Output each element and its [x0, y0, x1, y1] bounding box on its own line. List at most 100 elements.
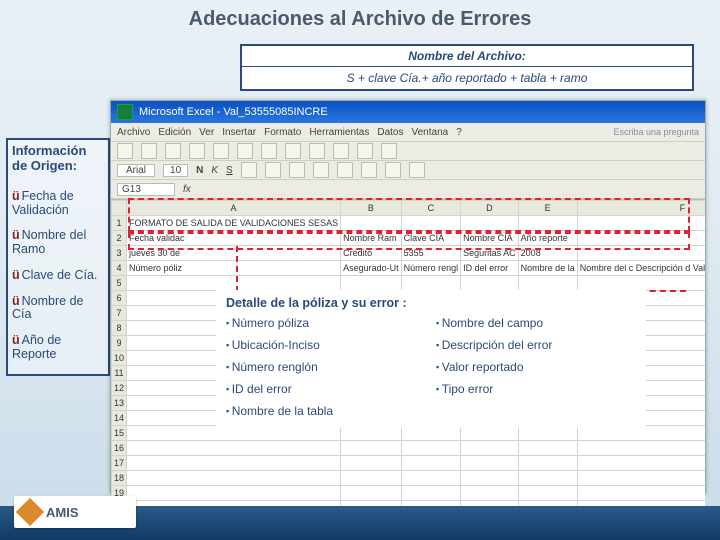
align-right-icon[interactable]	[289, 162, 305, 178]
cell[interactable]	[577, 216, 705, 231]
col-header[interactable]: E	[518, 201, 577, 216]
cell[interactable]	[518, 471, 577, 486]
cell[interactable]	[127, 456, 341, 471]
chart-icon[interactable]	[381, 143, 397, 159]
row-header[interactable]: 9	[112, 336, 127, 351]
row-header[interactable]: 2	[112, 231, 127, 246]
cell[interactable]: Asegurado-Ut	[341, 261, 402, 276]
align-left-icon[interactable]	[241, 162, 257, 178]
menu-item[interactable]: Archivo	[117, 127, 150, 138]
cell[interactable]	[518, 456, 577, 471]
help-search[interactable]: Escriba una pregunta	[613, 127, 699, 137]
cell[interactable]	[518, 441, 577, 456]
cell[interactable]	[461, 441, 519, 456]
row-header[interactable]: 14	[112, 411, 127, 426]
menu-item[interactable]: Edición	[158, 127, 191, 138]
menu-item[interactable]: Formato	[264, 127, 301, 138]
cell[interactable]	[518, 216, 577, 231]
row-header[interactable]: 12	[112, 381, 127, 396]
cell[interactable]: Crédito	[341, 246, 402, 261]
cell[interactable]	[341, 441, 402, 456]
sort-asc-icon[interactable]	[333, 143, 349, 159]
cell[interactable]: Fecha validac	[127, 231, 341, 246]
menu-item[interactable]: Datos	[377, 127, 403, 138]
row-header[interactable]: 8	[112, 321, 127, 336]
cell[interactable]	[518, 486, 577, 501]
paste-icon[interactable]	[261, 143, 277, 159]
underline-icon[interactable]: S	[226, 165, 233, 176]
redo-icon[interactable]	[309, 143, 325, 159]
cell[interactable]: Año reporte	[518, 231, 577, 246]
row-header[interactable]: 7	[112, 306, 127, 321]
borders-icon[interactable]	[361, 162, 377, 178]
row-header[interactable]: 15	[112, 426, 127, 441]
cell[interactable]: FORMATO DE SALIDA DE VALIDACIONES SESAS	[127, 216, 341, 231]
save-icon[interactable]	[165, 143, 181, 159]
cell[interactable]	[461, 471, 519, 486]
excel-toolbar-format[interactable]: Arial 10 N K S	[111, 161, 705, 180]
fx-icon[interactable]: fx	[183, 184, 191, 195]
copy-icon[interactable]	[237, 143, 253, 159]
cell[interactable]: Número póliz	[127, 261, 341, 276]
row-header[interactable]: 3	[112, 246, 127, 261]
cell[interactable]	[518, 276, 577, 291]
row-header[interactable]: 1	[112, 216, 127, 231]
row-header[interactable]: 10	[112, 351, 127, 366]
cell[interactable]	[577, 471, 705, 486]
cell[interactable]: Seguritas AC	[461, 246, 519, 261]
cell[interactable]	[341, 456, 402, 471]
cell[interactable]: jueves 30 de	[127, 246, 341, 261]
cell[interactable]	[461, 216, 519, 231]
cell[interactable]	[577, 486, 705, 501]
cell[interactable]	[577, 276, 705, 291]
currency-icon[interactable]	[313, 162, 329, 178]
excel-menubar[interactable]: Archivo Edición Ver Insertar Formato Her…	[111, 123, 705, 142]
cell[interactable]	[341, 486, 402, 501]
cell[interactable]	[577, 231, 705, 246]
italic-icon[interactable]: K	[211, 165, 218, 176]
row-header[interactable]: 5	[112, 276, 127, 291]
new-icon[interactable]	[117, 143, 133, 159]
cell[interactable]	[341, 276, 402, 291]
row-header[interactable]: 4	[112, 261, 127, 276]
row-header[interactable]: 6	[112, 291, 127, 306]
menu-item[interactable]: Ventana	[411, 127, 448, 138]
cell[interactable]: Número rengl	[401, 261, 461, 276]
col-header[interactable]: D	[461, 201, 519, 216]
row-header[interactable]: 16	[112, 441, 127, 456]
row-header[interactable]: 11	[112, 366, 127, 381]
sort-desc-icon[interactable]	[357, 143, 373, 159]
cell[interactable]	[461, 456, 519, 471]
cell[interactable]	[341, 471, 402, 486]
excel-toolbar-standard[interactable]	[111, 142, 705, 161]
cell[interactable]: Nombre CIA	[461, 231, 519, 246]
cell[interactable]	[461, 486, 519, 501]
cell[interactable]	[401, 456, 461, 471]
cell[interactable]	[577, 441, 705, 456]
cell[interactable]	[127, 441, 341, 456]
percent-icon[interactable]	[337, 162, 353, 178]
print-icon[interactable]	[189, 143, 205, 159]
select-all-corner[interactable]	[112, 201, 127, 216]
cell[interactable]	[401, 486, 461, 501]
cut-icon[interactable]	[213, 143, 229, 159]
menu-item[interactable]: Insertar	[222, 127, 256, 138]
cell[interactable]: ID del error	[461, 261, 519, 276]
align-center-icon[interactable]	[265, 162, 281, 178]
cell[interactable]: 5355	[401, 246, 461, 261]
fill-color-icon[interactable]	[385, 162, 401, 178]
font-size-select[interactable]: 10	[163, 164, 188, 177]
col-header[interactable]: F	[577, 201, 705, 216]
cell[interactable]: Nombre de la	[518, 261, 577, 276]
cell[interactable]: Nombre del c Descripción d Valor reporta…	[577, 261, 705, 276]
name-box[interactable]: G13	[117, 183, 175, 196]
cell[interactable]: Clave CIA	[401, 231, 461, 246]
cell[interactable]	[577, 246, 705, 261]
cell[interactable]	[127, 486, 341, 501]
cell[interactable]	[341, 216, 402, 231]
menu-item[interactable]: Herramientas	[309, 127, 369, 138]
cell[interactable]	[401, 216, 461, 231]
cell[interactable]	[127, 471, 341, 486]
cell[interactable]	[401, 276, 461, 291]
font-color-icon[interactable]	[409, 162, 425, 178]
